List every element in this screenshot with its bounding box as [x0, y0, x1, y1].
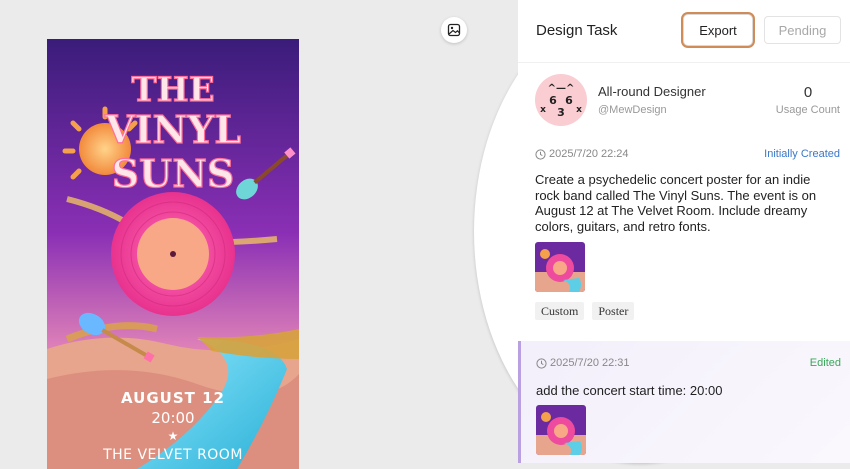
- cat-face-icon: ^—^ 6 6 x x 3: [540, 83, 582, 119]
- task-entry: 2025/7/20 22:31 Edited add the concert s…: [518, 341, 850, 463]
- pending-button[interactable]: Pending: [764, 16, 841, 44]
- design-canvas: THE VINYL SUNS AUGUST 12 20:00 ★ THE VEL…: [0, 0, 806, 469]
- design-task-panel: Design Task Export Pending ^—^ 6 6 x x 3…: [518, 0, 850, 463]
- svg-text:6: 6: [549, 94, 557, 107]
- entry-prompt: Create a psychedelic concert poster for …: [535, 172, 817, 234]
- poster-thumbnail-image: [535, 242, 585, 292]
- svg-text:x: x: [540, 105, 546, 115]
- poster-star-separator: ★: [167, 429, 179, 443]
- poster-title-line-3: SUNS: [112, 151, 235, 196]
- image-icon: [447, 23, 461, 37]
- svg-text:6: 6: [565, 94, 573, 107]
- entry-timestamp: 2025/7/20 22:31: [550, 357, 630, 369]
- entry-meta: 2025/7/20 22:24 Initially Created: [535, 148, 840, 162]
- poster-preview[interactable]: THE VINYL SUNS AUGUST 12 20:00 ★ THE VEL…: [47, 39, 299, 469]
- panel-title: Design Task: [536, 22, 618, 39]
- designer-handle: @MewDesign: [598, 104, 667, 116]
- svg-text:3: 3: [557, 106, 565, 119]
- usage-count-label: Usage Count: [775, 104, 840, 116]
- poster-thumbnail-image: [536, 405, 586, 455]
- entry-timestamp: 2025/7/20 22:24: [549, 148, 629, 160]
- tag-poster: Poster: [592, 302, 635, 320]
- clock-icon: [535, 149, 546, 160]
- entry-status: Initially Created: [764, 148, 840, 160]
- poster-date: AUGUST 12: [121, 389, 225, 407]
- entry-prompt: add the concert start time: 20:00: [536, 383, 723, 398]
- svg-text:^—^: ^—^: [548, 83, 575, 94]
- insert-image-button[interactable]: [441, 17, 467, 43]
- designer-name: All-round Designer: [598, 84, 706, 99]
- task-entry: 2025/7/20 22:24 Initially Created Create…: [518, 140, 850, 340]
- poster-venue: THE VELVET ROOM: [103, 447, 243, 463]
- clock-icon: [536, 358, 547, 369]
- export-button[interactable]: Export: [683, 14, 753, 46]
- entry-tags: Custom Poster: [535, 302, 642, 320]
- entry-thumbnail[interactable]: [536, 405, 586, 455]
- poster-title-line-2: VINYL: [104, 107, 241, 152]
- poster-time: 20:00: [151, 409, 195, 427]
- header-divider: [518, 62, 850, 63]
- svg-text:x: x: [576, 105, 582, 115]
- tag-custom: Custom: [535, 302, 585, 320]
- entry-status: Edited: [809, 357, 841, 369]
- panel-header: Design Task Export Pending: [518, 0, 850, 62]
- avatar: ^—^ 6 6 x x 3: [535, 74, 587, 126]
- entry-meta: 2025/7/20 22:31 Edited: [536, 357, 841, 371]
- usage-count-value: 0: [803, 84, 813, 101]
- entry-thumbnail[interactable]: [535, 242, 585, 292]
- poster-title-line-1: THE: [131, 70, 214, 110]
